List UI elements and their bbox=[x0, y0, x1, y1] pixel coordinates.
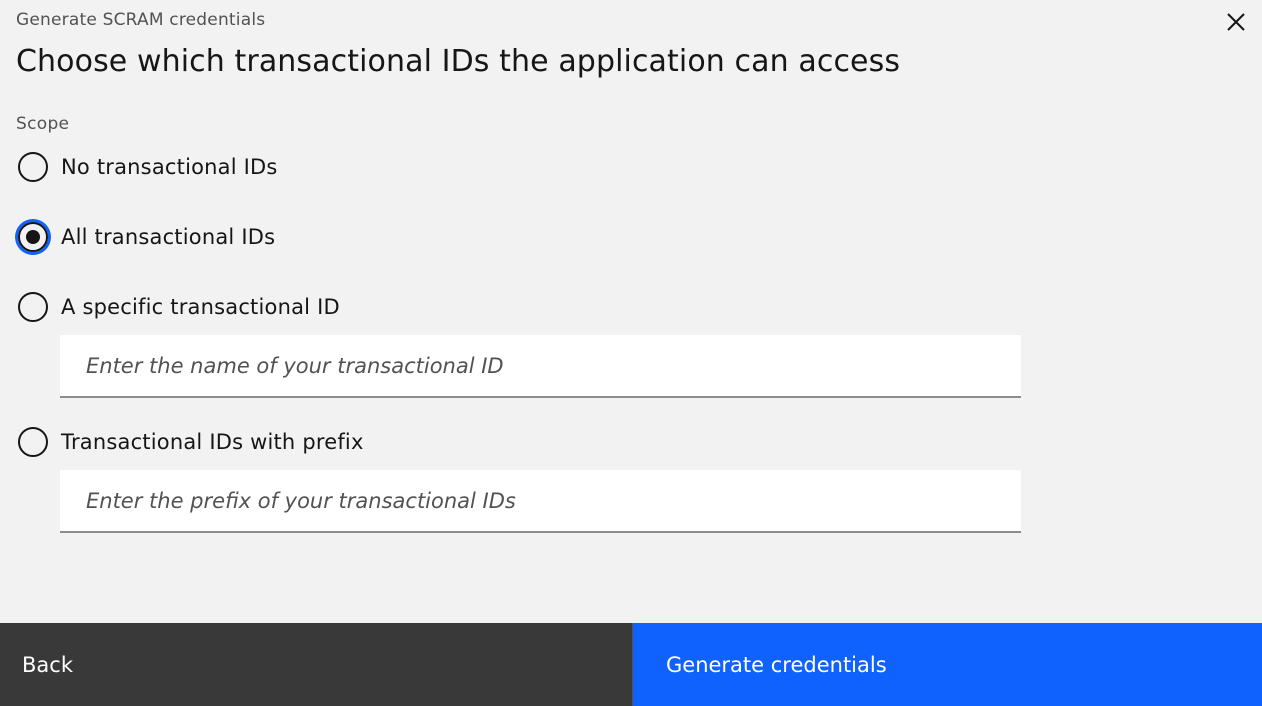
generate-credentials-button[interactable]: Generate credentials bbox=[633, 623, 1262, 706]
modal-title: Choose which transactional IDs the appli… bbox=[16, 44, 901, 79]
radio-button[interactable] bbox=[18, 427, 48, 457]
radio-specific-transactional-id[interactable]: A specific transactional ID bbox=[18, 292, 340, 322]
close-button[interactable] bbox=[1220, 6, 1252, 38]
radio-transactional-ids-prefix[interactable]: Transactional IDs with prefix bbox=[18, 427, 364, 457]
back-button[interactable]: Back bbox=[0, 623, 633, 706]
close-icon bbox=[1227, 13, 1245, 31]
transactional-id-prefix-input[interactable] bbox=[60, 470, 1021, 533]
modal-footer: Back Generate credentials bbox=[0, 623, 1262, 706]
modal-header-label: Generate SCRAM credentials bbox=[16, 10, 266, 30]
scope-label: Scope bbox=[16, 114, 70, 134]
radio-label: Transactional IDs with prefix bbox=[61, 430, 364, 454]
radio-button-selected[interactable] bbox=[18, 222, 48, 252]
radio-no-transactional-ids[interactable]: No transactional IDs bbox=[18, 152, 278, 182]
generate-scram-modal: Generate SCRAM credentials Choose which … bbox=[0, 0, 1262, 706]
radio-dot bbox=[26, 230, 40, 244]
radio-label: All transactional IDs bbox=[61, 225, 276, 249]
radio-all-transactional-ids[interactable]: All transactional IDs bbox=[18, 222, 275, 252]
radio-button[interactable] bbox=[18, 152, 48, 182]
radio-label: A specific transactional ID bbox=[61, 295, 340, 319]
radio-button[interactable] bbox=[18, 292, 48, 322]
radio-label: No transactional IDs bbox=[61, 155, 278, 179]
specific-transactional-id-input[interactable] bbox=[60, 335, 1021, 398]
